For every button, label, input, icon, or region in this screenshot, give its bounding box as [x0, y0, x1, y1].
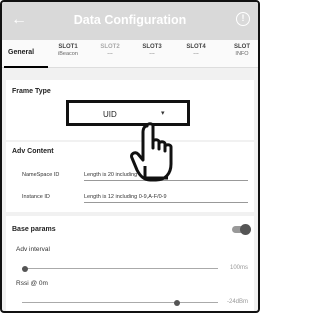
tab-sublabel: ---: [107, 51, 113, 57]
tab-slot3[interactable]: SLOT3 ---: [136, 44, 168, 58]
app-bar: ← Data Configuration !: [2, 2, 258, 40]
frame-type-value: UID: [103, 110, 117, 119]
rssi-slider[interactable]: [22, 299, 218, 306]
chevron-down-icon: ▾: [161, 110, 165, 117]
base-params-heading: Base params: [12, 226, 56, 233]
tab-sublabel: ---: [149, 51, 155, 57]
tab-label: General: [8, 49, 35, 56]
instance-id-label: Instance ID: [22, 194, 50, 200]
namespace-id-label: NameSpace ID: [22, 172, 60, 178]
base-params-card: Base params Adv interval 100ms Rssi @ 0m…: [6, 216, 254, 311]
tab-sublabel: INFO: [235, 51, 249, 57]
tab-slot4[interactable]: SLOT4 ---: [180, 44, 212, 58]
tab-slot1[interactable]: SLOT1 iBeacon: [52, 44, 84, 58]
instance-id-field[interactable]: Length is 12 including 0-9,A-F/0-9: [84, 194, 248, 203]
tab-slot-info[interactable]: SLOT INFO: [226, 44, 258, 58]
rssi-value: -24dBm: [226, 299, 248, 305]
active-tab-indicator: [4, 66, 48, 68]
tab-label: SLOT4: [186, 44, 206, 50]
toggle-knob: [240, 223, 251, 235]
adv-interval-slider[interactable]: [22, 265, 218, 272]
rssi-label: Rssi @ 0m: [16, 280, 48, 287]
page-title: Data Configuration: [73, 13, 187, 27]
slider-knob[interactable]: [22, 265, 28, 272]
base-params-toggle[interactable]: [232, 223, 251, 235]
slider-knob[interactable]: [174, 299, 180, 306]
tab-label: SLOT3: [142, 44, 162, 50]
tab-general[interactable]: General: [8, 49, 34, 56]
pointing-hand-icon: [130, 122, 173, 182]
tab-label: SLOT2: [100, 44, 120, 50]
tab-sublabel: iBeacon: [58, 51, 78, 57]
tab-slot2[interactable]: SLOT2 ---: [94, 44, 126, 58]
adv-interval-label: Adv interval: [16, 246, 50, 253]
adv-content-heading: Adv Content: [12, 148, 54, 155]
tab-label: SLOT1: [58, 44, 78, 50]
info-icon[interactable]: !: [236, 12, 250, 26]
tab-label: SLOT: [234, 44, 250, 50]
frame-type-heading: Frame Type: [12, 88, 51, 95]
tab-sublabel: ---: [193, 51, 199, 57]
phone-screen: ← Data Configuration ! General SLOT1 iBe…: [0, 0, 260, 313]
tab-bar: General SLOT1 iBeacon SLOT2 --- SLOT3 --…: [2, 40, 258, 68]
adv-interval-value: 100ms: [229, 265, 248, 271]
